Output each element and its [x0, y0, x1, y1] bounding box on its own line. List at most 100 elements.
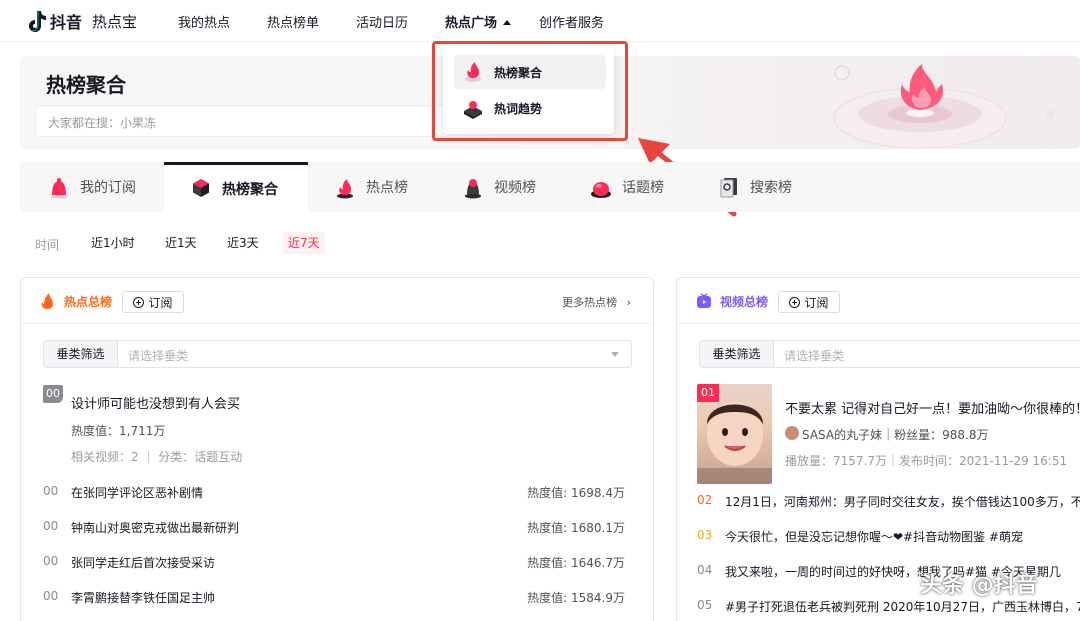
filter-label: 垂类筛选: [44, 341, 118, 367]
tab-label: 我的订阅: [80, 177, 136, 197]
filter-label: 垂类筛选: [700, 341, 774, 367]
search-input[interactable]: 大家都在搜：小果冻: [35, 105, 450, 137]
rank-number: 00: [43, 589, 58, 603]
tv-icon: [696, 293, 712, 309]
card-title: 视频总榜: [720, 293, 768, 310]
plus-circle-icon: [789, 297, 800, 308]
item-heat: 热度值: 1698.4万: [527, 484, 625, 501]
rank-number: 05: [697, 598, 712, 612]
time-filter-label: 时间: [35, 236, 59, 253]
subscribe-button[interactable]: 订阅: [122, 291, 184, 313]
fire-icon: [334, 175, 356, 199]
tab-topic-list[interactable]: 话题榜: [590, 162, 664, 212]
tab-label: 搜索榜: [750, 177, 792, 197]
more-link-label: 更多热点榜: [562, 296, 617, 309]
subscribe-label: 订阅: [148, 294, 172, 311]
page-title: 热榜聚合: [46, 69, 126, 98]
item-title: 李霄鹏接替李铁任国足主帅: [71, 589, 215, 606]
tab-hot-aggregate[interactable]: 热榜聚合: [164, 162, 308, 212]
video-thumbnail[interactable]: 01: [697, 384, 772, 484]
time-option-1d[interactable]: 近1天: [160, 232, 202, 254]
list-item[interactable]: 00 李霄鹏接替李铁任国足主帅 热度值: 1584.9万: [43, 589, 625, 609]
tab-search-list[interactable]: 搜索榜: [718, 162, 792, 212]
nav-creator-services[interactable]: 创作者服务: [539, 12, 604, 31]
chevron-down-icon: [611, 352, 619, 357]
rank-number: 00: [43, 484, 58, 498]
tab-label: 热榜聚合: [222, 179, 278, 199]
rank-number: 02: [697, 493, 712, 507]
video-icon: [462, 175, 484, 199]
card-header: 视频总榜 订阅: [677, 278, 1080, 324]
rank-badge: 01: [697, 384, 719, 402]
item-title: 12月1日，河南郑州：男子同时交往女友，挨个借钱达100多万，不: [725, 493, 1080, 510]
item-heat: 热度值: 1680.1万: [527, 519, 625, 536]
dropdown-item-label: 热榜聚合: [494, 64, 542, 81]
nav-my-hotspots[interactable]: 我的热点: [178, 12, 230, 31]
tab-label: 热点榜: [366, 177, 408, 197]
tab-my-subscriptions[interactable]: 我的订阅: [48, 162, 136, 212]
chevron-right-icon: ›: [627, 296, 631, 309]
dropdown-item-label: 热词趋势: [494, 100, 542, 117]
rank-number: 04: [697, 563, 712, 577]
banner-fire-illustration: [820, 56, 1080, 149]
bell-icon: [48, 175, 70, 199]
item-title: #男子打死退伍老兵被判死刑 2020年10月27日，广西玉林博白，70: [725, 598, 1080, 615]
filter-placeholder: 请选择垂类: [128, 347, 188, 364]
nav-hot-square-label: 热点广场: [445, 16, 497, 31]
featured-heat: 热度值：1,711万: [71, 422, 165, 439]
caret-up-icon: [503, 20, 511, 25]
featured-title[interactable]: 设计师可能也没想到有人会买: [71, 393, 240, 412]
brand-name: 抖音: [50, 9, 82, 33]
more-hot-lists-link[interactable]: 更多热点榜 ›: [562, 294, 631, 310]
author-avatar: [785, 426, 799, 440]
rank-number: 00: [43, 519, 58, 533]
item-title: 今天很忙，但是没忘记想你喔～❤#抖音动物图鉴 #萌宠: [725, 528, 1023, 545]
topic-icon: [590, 175, 612, 199]
list-item[interactable]: 00 张同学走红后首次接受采访 热度值: 1646.7万: [43, 554, 625, 574]
list-item[interactable]: 00 钟南山对奥密克戎做出最新研判 热度值: 1680.1万: [43, 519, 625, 539]
hot-total-card: 热点总榜 订阅 更多热点榜 › 垂类筛选 请选择垂类 00 设计师可能也没想到有…: [20, 277, 654, 621]
fire-icon: [462, 61, 484, 83]
item-title: 在张同学评论区恶补剧情: [71, 484, 203, 501]
subscribe-button[interactable]: 订阅: [778, 291, 840, 313]
tab-hot-list[interactable]: 热点榜: [334, 162, 408, 212]
filter-placeholder: 请选择垂类: [784, 347, 844, 364]
search-icon: [718, 175, 740, 199]
nav-event-calendar[interactable]: 活动日历: [356, 12, 408, 31]
nav-hot-square[interactable]: 热点广场: [445, 12, 511, 31]
time-option-7d[interactable]: 近7天: [283, 232, 325, 254]
logo[interactable]: 抖音 热点宝: [26, 9, 137, 33]
list-tabs: 我的订阅 热榜聚合 热点榜 视频榜 话题榜: [20, 162, 1080, 212]
cube-icon: [190, 177, 212, 201]
nav-hot-lists[interactable]: 热点榜单: [267, 12, 319, 31]
list-item[interactable]: 00 在张同学评论区恶补剧情 热度值: 1698.4万: [43, 484, 625, 504]
watermark: 头条 @抖音: [920, 567, 1038, 599]
category-filter[interactable]: 垂类筛选 请选择垂类: [699, 340, 1080, 368]
featured-title[interactable]: 不要太累 记得对自己好一点！要加油呦～你很棒的！: [785, 398, 1080, 417]
dropdown-item-hot-aggregate[interactable]: 热榜聚合: [454, 55, 606, 89]
tab-label: 视频榜: [494, 177, 536, 197]
card-header: 热点总榜 订阅 更多热点榜 ›: [21, 278, 653, 324]
hot-square-dropdown: 热榜聚合 热词趋势: [443, 46, 614, 134]
product-name: 热点宝: [92, 11, 137, 32]
tab-label: 话题榜: [622, 177, 664, 197]
flame-icon: [40, 292, 54, 310]
top-nav: 抖音 热点宝 我的热点 热点榜单 活动日历 热点广场 创作者服务: [0, 0, 1080, 42]
category-filter[interactable]: 垂类筛选 请选择垂类: [43, 340, 632, 368]
time-option-3d[interactable]: 近3天: [222, 232, 264, 254]
item-heat: 热度值: 1646.7万: [527, 554, 625, 571]
rank-badge: 00: [43, 385, 63, 403]
trend-icon: [462, 97, 484, 119]
dropdown-item-hot-word-trend[interactable]: 热词趋势: [454, 91, 606, 125]
featured-author: SASA的丸子妹｜粉丝量：988.8万: [802, 426, 988, 443]
rank-number: 03: [697, 528, 712, 542]
tab-video-list[interactable]: 视频榜: [462, 162, 536, 212]
time-option-1h[interactable]: 近1小时: [86, 232, 140, 254]
item-title: 钟南山对奥密克戎做出最新研判: [71, 519, 239, 536]
rank-number: 00: [43, 554, 58, 568]
subscribe-label: 订阅: [804, 294, 828, 311]
item-heat: 热度值: 1584.9万: [527, 589, 625, 606]
card-title: 热点总榜: [64, 293, 112, 310]
plus-circle-icon: [133, 297, 144, 308]
douyin-logo-icon: [26, 10, 46, 32]
